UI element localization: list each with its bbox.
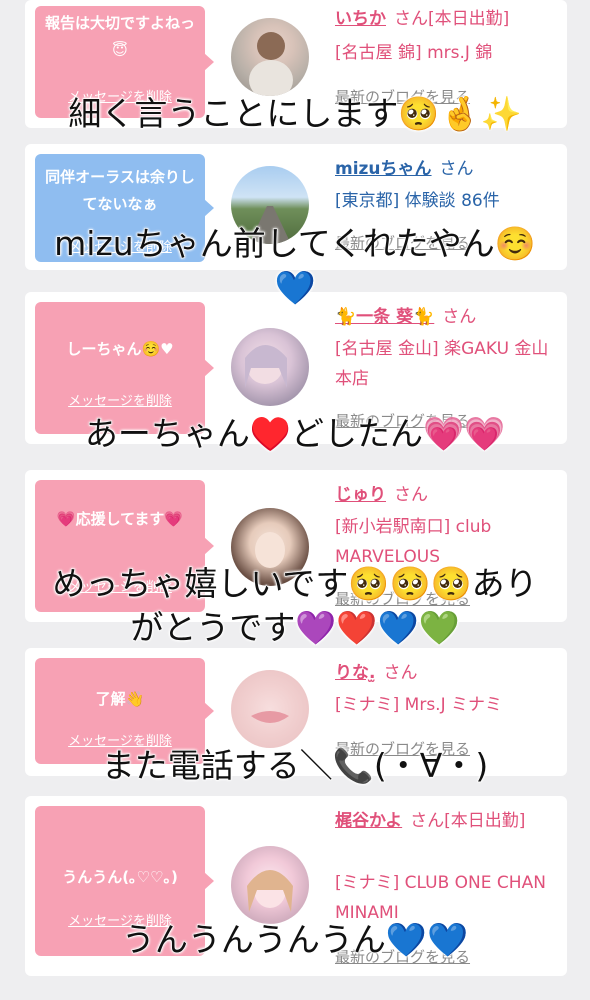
overlay-caption: あーちゃん♥️どしたん💗💗 [84,413,506,453]
profile-name-line: りな.̫ さん [335,658,557,688]
profile-suffix: さん [383,663,418,683]
shop-info: [名古屋 金山] 楽GAKU 金山本店 [335,339,549,389]
profile-name-link[interactable]: 🐈一条 葵🐈 [335,307,434,327]
avatar[interactable] [231,18,309,96]
lips-closeup-photo-icon [251,711,289,723]
shop-info: [名古屋 錦] mrs.J 錦 [335,43,493,63]
overlay-caption: 細く言うことにします🥺🤞✨ [68,93,522,133]
message-text: しーちゃん☺️♥ [66,340,174,358]
overlay-caption: また電話する＼📞(・∀・) [101,745,489,785]
message-text: 了解👋 [95,690,145,708]
profile-suffix: さん [442,307,477,327]
shop-info: [東京都] 体験談 86件 [335,191,500,211]
avatar[interactable] [231,328,309,406]
overlay-caption: うんうんうんうん💙💙 [121,919,469,959]
profile-name-line: mizuちゃん さん [335,154,557,184]
message-text: 同伴オーラスは余りしてないなぁ [45,168,195,213]
message-text: うんうん(｡♡♡｡) [62,868,178,886]
profile-name-link[interactable]: mizuちゃん [335,159,432,179]
profile-name-line: いちか さん[本日出勤] [335,4,557,34]
profile-name-link[interactable]: いちか [335,9,386,29]
profile-suffix: さん [439,159,474,179]
woman-portrait-photo-icon [249,32,293,96]
overlay-caption: めっちゃ嬉しいです🥺🥺🥺あり [52,563,538,603]
woman-portrait-photo-icon [245,345,287,388]
avatar[interactable] [231,846,309,924]
profile-name-link[interactable]: りな.̫ [335,663,375,683]
avatar[interactable] [231,670,309,748]
profile-name-line: 梶谷かよ さん[本日出勤] [335,806,557,836]
profile-name-link[interactable]: 梶谷かよ [335,811,402,831]
overlay-caption: がとうです💜❤️💙💚 [130,607,461,647]
profile-suffix: さん [394,485,428,505]
profile-suffix: さん[本日出勤] [410,811,526,831]
overlay-caption: 💙 [274,267,316,307]
profile-name-link[interactable]: じゅり [335,485,386,505]
message-text: 報告は大切ですよねっ😇 [44,14,195,59]
message-text: 💗応援してます💗 [56,510,184,528]
woman-portrait-photo-icon [247,870,293,912]
profile-name-line: じゅり さん [335,480,557,510]
shop-info: [ミナミ] Mrs.J ミナミ [335,695,503,715]
profile-suffix: さん[本日出勤] [394,9,510,29]
overlay-caption: mizuちゃん前してくれたやん☺️ [54,223,537,263]
delete-message-link[interactable]: メッセージを削除 [35,390,205,409]
